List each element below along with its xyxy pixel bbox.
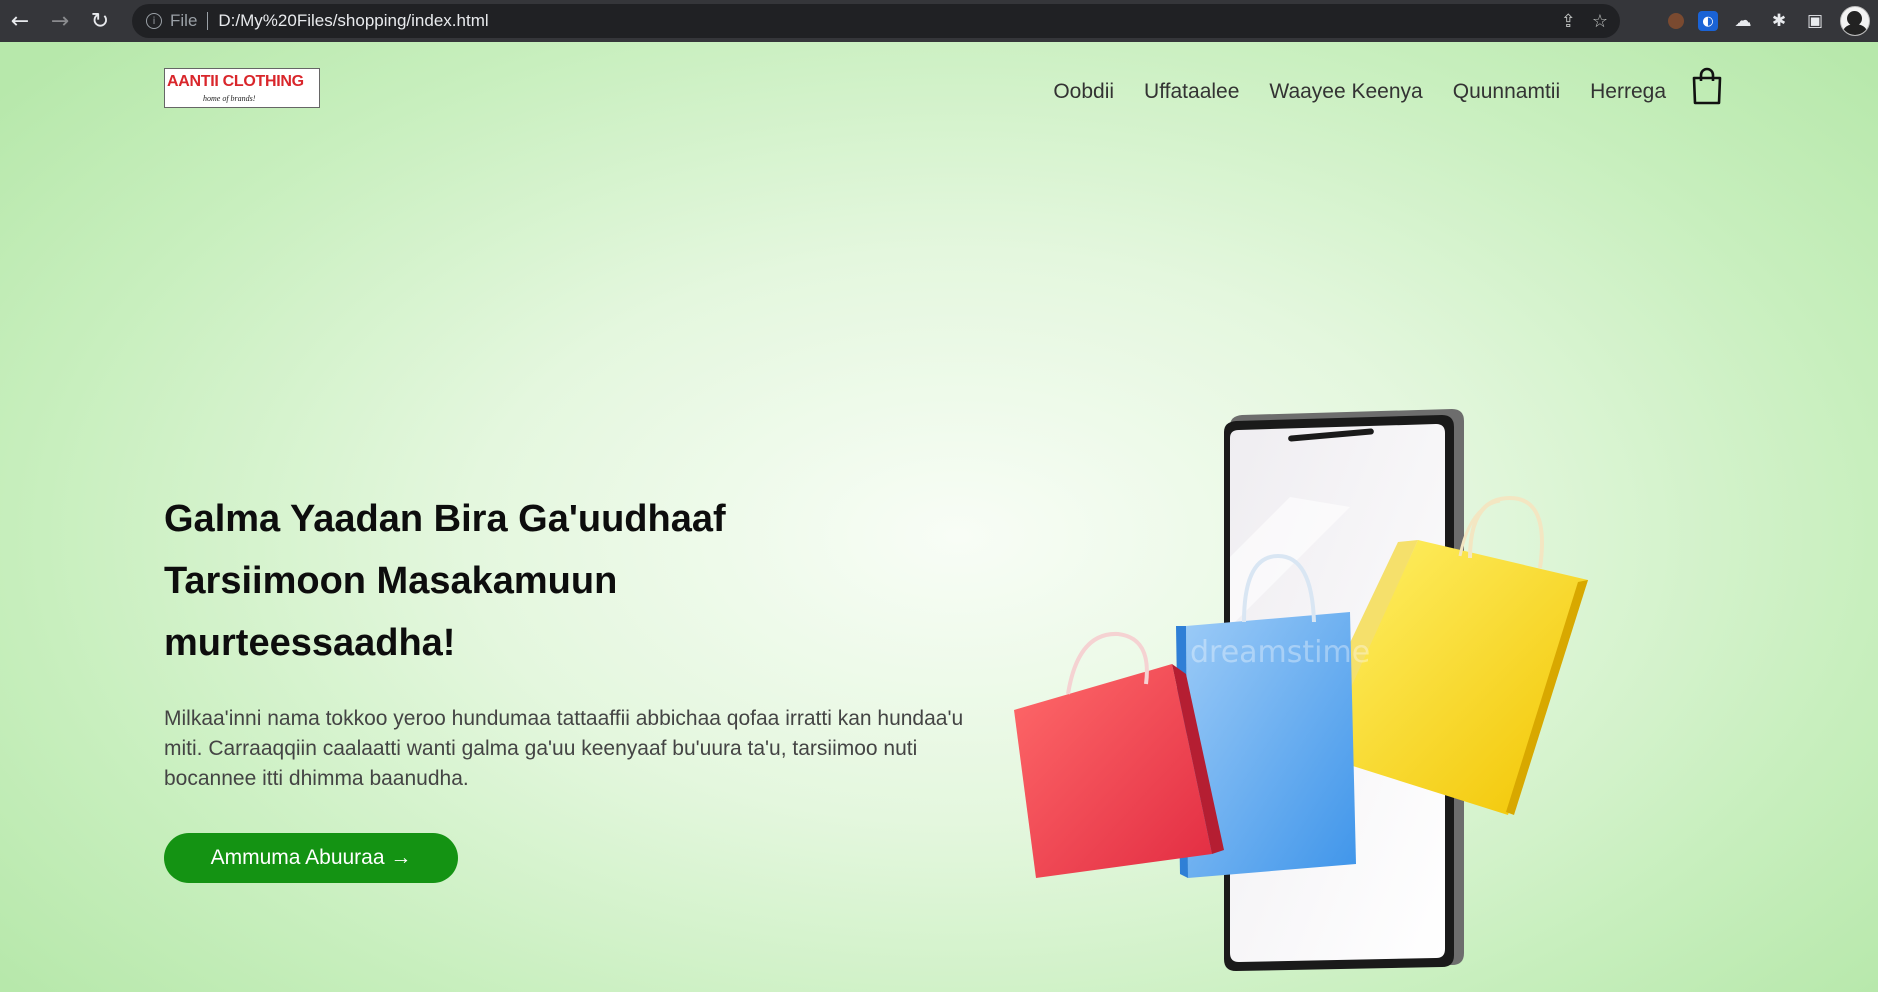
nav-item-waayee-keenya[interactable]: Waayee Keenya [1269,80,1422,104]
nav-item-quunnamtii[interactable]: Quunnamtii [1453,80,1560,104]
shopping-bag-icon[interactable] [1690,66,1724,106]
nav-item-herrega[interactable]: Herrega [1590,80,1666,104]
nav-item-uffataalee[interactable]: Uffataalee [1144,80,1239,104]
scheme-label: File [170,11,198,30]
url-text[interactable]: D:/My%20Files/shopping/index.html [218,11,488,31]
profile-avatar[interactable] [1840,6,1870,36]
share-icon[interactable]: ⇪ [1561,11,1576,32]
extension-blue-icon[interactable]: ◐ [1698,11,1718,31]
phone-shopping-bags-illustration: dreamstime [1014,409,1588,971]
hero-headline: Galma Yaadan Bira Ga'uudhaaf Tarsiimoon … [164,498,726,664]
extension-cookie-icon[interactable] [1668,13,1684,29]
page: AANTII CLOTHING home of brands! Oobdii U… [0,42,1878,992]
site-logo[interactable]: AANTII CLOTHING home of brands! [164,68,320,108]
arrow-left-icon: ← [10,8,30,34]
puzzle-icon[interactable]: ✱ [1768,10,1790,32]
address-bar[interactable]: i File D:/My%20Files/shopping/index.html… [132,4,1620,38]
side-panel-icon[interactable]: ▣ [1804,10,1826,32]
info-icon[interactable]: i [146,13,162,29]
main-nav: Oobdii Uffataalee Waayee Keenya Quunnamt… [1053,80,1666,104]
divider [207,12,209,30]
logo-tagline: home of brands! [203,94,256,103]
nav-item-oobdii[interactable]: Oobdii [1053,80,1114,104]
extension-cloud-icon[interactable]: ☁ [1732,10,1754,32]
browser-toolbar: ← → ↻ i File D:/My%20Files/shopping/inde… [0,0,1878,42]
reload-icon: ↻ [90,8,110,34]
hero-paragraph: Milkaa'inni nama tokkoo yeroo hundumaa t… [164,707,964,790]
forward-button[interactable]: → [40,0,80,42]
star-icon[interactable]: ☆ [1592,11,1608,32]
back-button[interactable]: ← [0,0,40,42]
arrow-right-icon: → [50,8,70,34]
reload-button[interactable]: ↻ [80,0,120,42]
start-shopping-button[interactable]: Ammuma Abuuraa → [164,833,458,883]
logo-text: AANTII CLOTHING [167,73,304,90]
watermark-text: dreamstime [1190,635,1370,670]
